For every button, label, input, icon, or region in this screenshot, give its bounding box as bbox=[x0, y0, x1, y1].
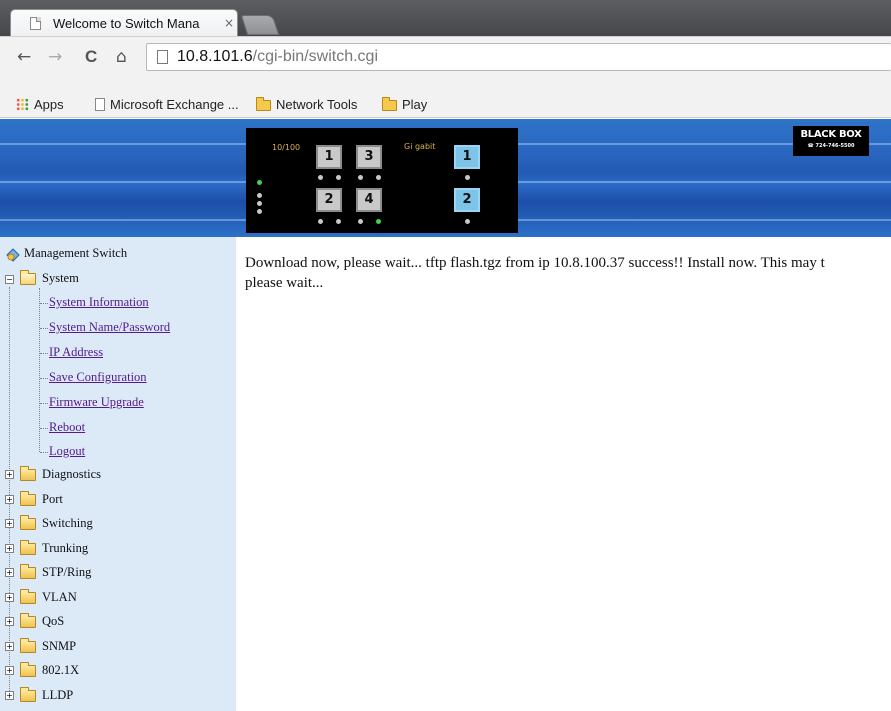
port-led-active bbox=[376, 219, 381, 224]
tree-link-save-configuration[interactable]: Save Configuration bbox=[49, 370, 147, 385]
port-2[interactable]: 2 bbox=[316, 188, 342, 212]
port-led bbox=[376, 175, 381, 180]
tree-folder-vlan[interactable]: VLAN bbox=[42, 590, 77, 605]
port-1[interactable]: 1 bbox=[316, 145, 342, 169]
tree-link-logout[interactable]: Logout bbox=[49, 444, 85, 459]
browser-titlebar: Welcome to Switch Mana × bbox=[0, 0, 891, 37]
switch-front-panel: 10/100 Gi gabit 1 3 2 4 1 2 bbox=[246, 128, 518, 233]
tree-folder-trunking[interactable]: Trunking bbox=[42, 541, 88, 556]
page-icon bbox=[30, 17, 41, 30]
status-line-2: please wait... bbox=[245, 275, 324, 291]
expand-toggle[interactable]: + bbox=[5, 666, 14, 675]
tree-folder-switching[interactable]: Switching bbox=[42, 516, 93, 531]
collapse-toggle[interactable]: − bbox=[5, 275, 14, 284]
folder-icon bbox=[20, 491, 36, 506]
tree-link-ip-address[interactable]: IP Address bbox=[49, 345, 103, 360]
expand-toggle[interactable]: + bbox=[5, 642, 14, 651]
expand-toggle[interactable]: + bbox=[5, 470, 14, 479]
port-4[interactable]: 4 bbox=[356, 188, 382, 212]
tree-folder-lldp[interactable]: LLDP bbox=[42, 688, 73, 703]
folder-icon bbox=[20, 613, 36, 628]
panel-label-gigabit: Gi gabit bbox=[404, 142, 436, 151]
port-led bbox=[358, 175, 363, 180]
back-arrow-icon[interactable]: ← bbox=[17, 47, 31, 67]
port-led bbox=[318, 219, 323, 224]
port-led bbox=[465, 219, 470, 224]
panel-label-10-100: 10/100 bbox=[272, 143, 301, 152]
bookmark-microsoft-exchange[interactable]: Microsoft Exchange ... bbox=[95, 97, 239, 112]
black-box-logo: BLACK BOX ☎ 724-746-5500 bbox=[793, 126, 869, 156]
power-led bbox=[257, 180, 262, 185]
expand-toggle[interactable]: + bbox=[5, 691, 14, 700]
tree-folder-system[interactable]: System bbox=[42, 271, 79, 286]
folder-icon bbox=[382, 97, 397, 111]
tree-folder-snmp[interactable]: SNMP bbox=[42, 639, 76, 654]
expand-toggle[interactable]: + bbox=[5, 495, 14, 504]
folder-icon bbox=[20, 662, 36, 677]
folder-icon bbox=[20, 687, 36, 702]
page-icon bbox=[157, 50, 168, 64]
navigation-tree: Management Switch − System System Inform… bbox=[0, 237, 236, 711]
browser-tab[interactable]: Welcome to Switch Mana × bbox=[10, 9, 238, 37]
forward-arrow-icon[interactable]: → bbox=[48, 47, 62, 67]
port-led bbox=[318, 175, 323, 180]
bookmark-network-tools[interactable]: Network Tools bbox=[256, 97, 357, 112]
port-led bbox=[465, 175, 470, 180]
new-tab-button[interactable] bbox=[240, 15, 280, 35]
gigabit-port-1[interactable]: 1 bbox=[454, 145, 480, 169]
tree-link-reboot[interactable]: Reboot bbox=[49, 420, 85, 435]
folder-icon bbox=[20, 638, 36, 653]
reload-icon[interactable]: C bbox=[85, 47, 97, 67]
tree-link-system-name-password[interactable]: System Name/Password bbox=[49, 320, 170, 335]
tree-folder-diagnostics[interactable]: Diagnostics bbox=[42, 467, 101, 482]
expand-toggle[interactable]: + bbox=[5, 617, 14, 626]
home-icon[interactable]: ⌂ bbox=[116, 47, 127, 67]
expand-toggle[interactable]: + bbox=[5, 568, 14, 577]
folder-icon bbox=[20, 540, 36, 555]
status-message: Download now, please wait... tftp flash.… bbox=[245, 253, 891, 293]
close-tab-icon[interactable]: × bbox=[224, 16, 234, 30]
status-led bbox=[257, 201, 262, 206]
browser-toolbar: ← → C ⌂ 10.8.101.6/cgi-bin/switch.cgi bbox=[0, 36, 891, 92]
status-led bbox=[257, 193, 262, 198]
port-led bbox=[336, 175, 341, 180]
address-bar[interactable]: 10.8.101.6/cgi-bin/switch.cgi bbox=[146, 43, 891, 71]
folder-icon bbox=[20, 466, 36, 481]
tree-link-system-information[interactable]: System Information bbox=[49, 295, 149, 310]
management-switch-icon bbox=[6, 248, 20, 262]
tree-folder-stp-ring[interactable]: STP/Ring bbox=[42, 565, 91, 580]
status-led bbox=[257, 209, 262, 214]
expand-toggle[interactable]: + bbox=[5, 544, 14, 553]
port-led bbox=[358, 219, 363, 224]
folder-icon bbox=[256, 97, 271, 111]
tree-folder-802-1x[interactable]: 802.1X bbox=[42, 663, 79, 678]
tree-folder-qos[interactable]: QoS bbox=[42, 614, 64, 629]
bookmarks-bar: Apps Microsoft Exchange ... Network Tool… bbox=[0, 92, 891, 118]
port-3[interactable]: 3 bbox=[356, 145, 382, 169]
tree-root-label: Management Switch bbox=[24, 246, 128, 260]
url-text: 10.8.101.6/cgi-bin/switch.cgi bbox=[177, 48, 378, 65]
folder-icon bbox=[20, 515, 36, 530]
port-led bbox=[336, 219, 341, 224]
status-line-1: Download now, please wait... tftp flash.… bbox=[245, 255, 825, 271]
folder-open-icon bbox=[20, 270, 36, 285]
tab-title: Welcome to Switch Mana bbox=[53, 16, 200, 31]
gigabit-port-2[interactable]: 2 bbox=[454, 188, 480, 212]
bookmark-play[interactable]: Play bbox=[382, 97, 427, 112]
folder-icon bbox=[20, 589, 36, 604]
tree-link-firmware-upgrade[interactable]: Firmware Upgrade bbox=[49, 395, 144, 410]
tree-folder-port[interactable]: Port bbox=[42, 492, 63, 507]
expand-toggle[interactable]: + bbox=[5, 519, 14, 528]
page-icon bbox=[95, 98, 105, 111]
expand-toggle[interactable]: + bbox=[5, 593, 14, 602]
folder-icon bbox=[20, 564, 36, 579]
apps-grid-icon bbox=[16, 98, 29, 111]
bookmark-apps[interactable]: Apps bbox=[16, 97, 64, 112]
